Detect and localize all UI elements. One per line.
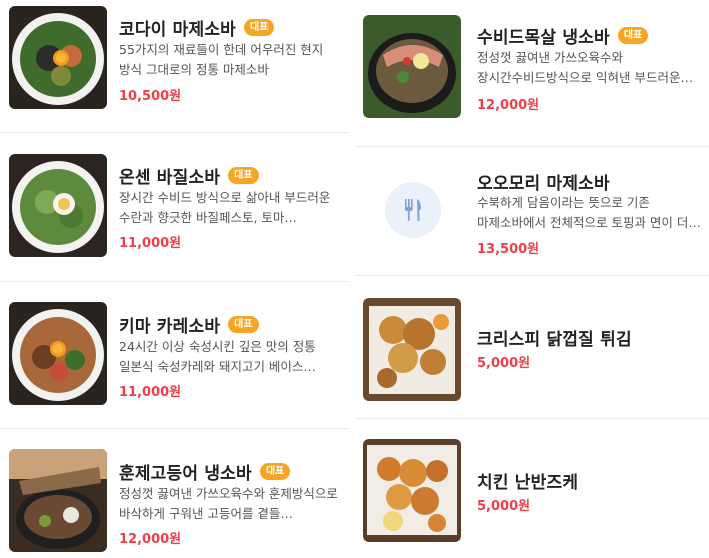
menu-item-description: 수북하게 담음이라는 뜻으로 기존 마제소바에서 전체적으로 토핑과 면이 더…	[477, 195, 701, 230]
menu-item-image	[363, 15, 461, 118]
menu-item-title-row: 키마 카레소바 대표	[119, 312, 259, 337]
fork-knife-icon	[405, 199, 421, 221]
menu-item-title-row: 수비드목살 냉소바 대표	[477, 23, 649, 48]
menu-item-title-row: 훈제고등어 냉소바 대표	[119, 459, 291, 484]
signature-badge: 대표	[244, 19, 275, 36]
menu-item-title-row: 치킨 난반즈케	[477, 468, 578, 493]
menu-item-title-row: 오오모리 마제소바	[477, 169, 610, 194]
menu-item-price: 11,000원	[119, 385, 182, 400]
signature-badge: 대표	[228, 167, 259, 184]
signature-badge: 대표	[617, 27, 649, 44]
menu-item[interactable]: 훈제고등어 냉소바 대표 정성껏 끓여낸 가쓰오육수와 훈제방식으로 바삭하게 …	[0, 429, 350, 558]
menu-item-image	[9, 449, 107, 552]
menu-item-description: 정성껏 끓여낸 가쓰오육수와 장시간수비드방식으로 익혀낸 부드러운 목살…	[477, 50, 681, 85]
menu-item-price: 12,000원	[119, 532, 182, 547]
menu-item-name: 키마 카레소바	[119, 317, 221, 337]
menu-item-description: 장시간 수비드 방식으로 삶아내 부드러운 수란과 향긋한 바질페스토, 토마…	[119, 190, 331, 225]
menu-item-image	[9, 6, 107, 109]
image-placeholder	[385, 182, 441, 238]
menu-item[interactable]: 오오모리 마제소바 수북하게 담음이라는 뜻으로 기존 마제소바에서 전체적으로…	[354, 147, 709, 275]
menu-item-name: 크리스피 닭껍질 튀김	[477, 330, 632, 350]
menu-item[interactable]: 코다이 마제소바 대표 55가지의 재료들이 한데 어우러진 현지 방식 그대로…	[0, 0, 350, 134]
divider	[0, 132, 350, 133]
menu-item-title-row: 코다이 마제소바 대표	[119, 15, 275, 40]
menu-item[interactable]: 크리스피 닭껍질 튀김 5,000원	[354, 276, 709, 418]
menu-item-image	[363, 298, 461, 401]
menu-item[interactable]: 온센 바질소바 대표 장시간 수비드 방식으로 삶아내 부드러운 수란과 향긋한…	[0, 134, 350, 282]
menu-item[interactable]: 수비드목살 냉소바 대표 정성껏 끓여낸 가쓰오육수와 장시간수비드방식으로 익…	[354, 0, 709, 146]
menu-item-price: 5,000원	[477, 499, 531, 514]
menu-item-price: 13,500원	[477, 242, 540, 257]
menu-item[interactable]: 치킨 난반즈케 5,000원	[354, 419, 709, 558]
signature-badge: 대표	[259, 463, 291, 480]
menu-item-name: 코다이 마제소바	[119, 20, 236, 40]
menu-grid: 코다이 마제소바 대표 55가지의 재료들이 한데 어우러진 현지 방식 그대로…	[0, 0, 709, 558]
menu-item-image	[9, 302, 107, 405]
menu-item-name: 온센 바질소바	[119, 168, 221, 188]
menu-item-description: 55가지의 재료들이 한데 어우러진 현지 방식 그대로의 정통 마제소바	[119, 42, 324, 77]
menu-item-price: 12,000원	[477, 98, 540, 113]
menu-item-description: 정성껏 끓여낸 가쓰오육수와 훈제방식으로 바삭하게 구워낸 고등어를 곁들…	[119, 486, 338, 521]
menu-item-title-row: 크리스피 닭껍질 튀김	[477, 325, 632, 350]
menu-item-name: 훈제고등어 냉소바	[119, 464, 252, 484]
menu-item-name: 오오모리 마제소바	[477, 174, 610, 194]
signature-badge: 대표	[228, 316, 259, 333]
menu-item-name: 치킨 난반즈케	[477, 473, 579, 493]
menu-item-price: 10,500원	[119, 89, 182, 104]
menu-item-image	[9, 154, 107, 257]
menu-item-name: 수비드목살 냉소바	[477, 28, 610, 48]
menu-item-image	[363, 439, 461, 542]
menu-item-price: 5,000원	[477, 356, 531, 371]
menu-item-price: 11,000원	[119, 236, 182, 251]
menu-item[interactable]: 키마 카레소바 대표 24시간 이상 숙성시킨 깊은 맛의 정통 일본식 숙성카…	[0, 282, 350, 428]
menu-item-description: 24시간 이상 숙성시킨 깊은 맛의 정통 일본식 숙성카레와 돼지고기 베이스…	[119, 339, 316, 374]
menu-item-title-row: 온센 바질소바 대표	[119, 163, 259, 188]
